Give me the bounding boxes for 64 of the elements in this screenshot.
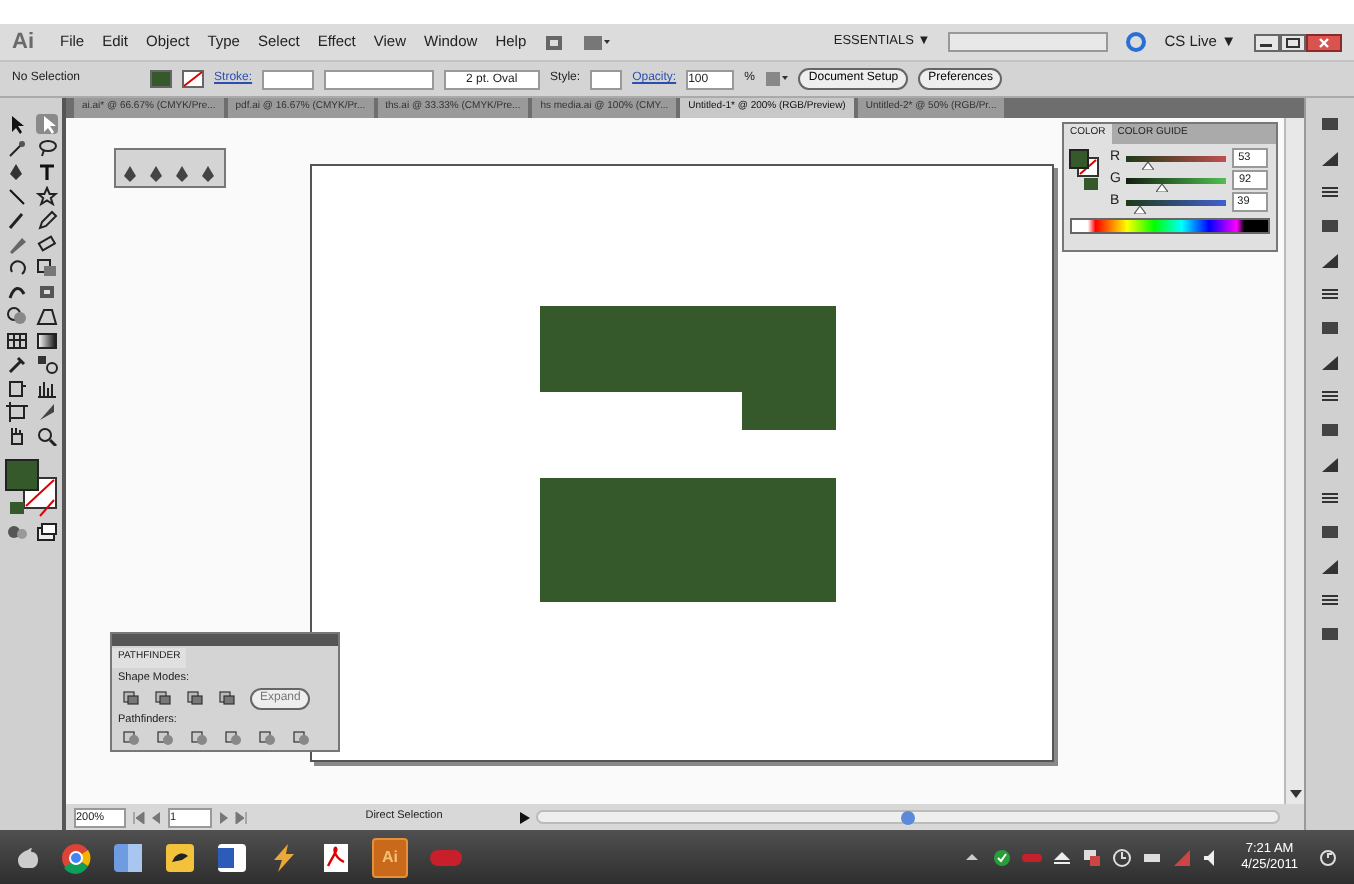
zoom-icon[interactable] — [35, 426, 58, 446]
signal-icon[interactable] — [1171, 847, 1192, 867]
chrome-icon[interactable] — [60, 841, 92, 873]
lightning-icon[interactable] — [268, 841, 300, 873]
line-icon[interactable] — [6, 186, 29, 206]
close-icon[interactable] — [1306, 33, 1342, 51]
screen-mode-icon[interactable] — [35, 522, 58, 542]
mesh-icon[interactable] — [6, 330, 29, 350]
slice-icon[interactable] — [35, 402, 58, 422]
first-page-icon[interactable] — [132, 811, 146, 823]
search-field[interactable] — [948, 32, 1109, 52]
next-page-icon[interactable] — [218, 811, 228, 823]
eject-icon[interactable] — [1051, 847, 1072, 867]
horizontal-scrollbar[interactable] — [536, 810, 1280, 824]
pen-icon[interactable] — [122, 164, 140, 182]
stroke-weight-field[interactable] — [262, 69, 315, 89]
rotate-icon[interactable] — [6, 258, 29, 278]
app-logo: Ai — [12, 27, 34, 58]
acrobat-icon[interactable] — [320, 841, 352, 873]
shape-builder-icon[interactable] — [6, 306, 29, 326]
scale-icon[interactable] — [35, 258, 58, 278]
power-icon[interactable] — [1318, 847, 1338, 867]
star-icon[interactable] — [35, 186, 58, 206]
free-transform-icon[interactable] — [35, 282, 58, 302]
none-mode-icon[interactable] — [35, 498, 58, 518]
warp-icon[interactable] — [6, 282, 29, 302]
column-graph-icon[interactable] — [35, 378, 58, 398]
bird-icon[interactable] — [164, 841, 196, 873]
clock-icon[interactable] — [1111, 847, 1132, 867]
word-icon[interactable] — [216, 841, 248, 873]
draw-mode-icon[interactable] — [6, 522, 29, 542]
check-icon[interactable] — [991, 847, 1012, 867]
symbol-sprayer-icon[interactable] — [6, 378, 29, 398]
status-menu-icon[interactable] — [520, 811, 530, 823]
scroll-thumb[interactable] — [900, 810, 916, 826]
pencil-icon[interactable] — [35, 210, 58, 230]
brush-icon[interactable] — [6, 210, 29, 230]
last-page-icon[interactable] — [234, 811, 248, 823]
blob-brush-icon[interactable] — [6, 234, 29, 254]
fill-swatch[interactable] — [150, 70, 173, 88]
lasso-icon[interactable] — [35, 138, 58, 158]
eraser-icon[interactable] — [35, 234, 58, 254]
hand-icon[interactable] — [6, 426, 29, 446]
fill-stroke-swatches[interactable] — [1068, 147, 1104, 191]
eyedropper-icon[interactable] — [6, 354, 29, 374]
minimize-icon[interactable] — [1254, 33, 1280, 51]
color-mode-icon[interactable] — [6, 498, 29, 518]
style-field[interactable] — [590, 69, 623, 89]
scroll-down-icon[interactable] — [1288, 788, 1304, 800]
fill-stroke-swatches[interactable] — [4, 458, 60, 510]
blend-icon[interactable] — [35, 354, 58, 374]
variable-width-field[interactable] — [324, 69, 435, 89]
maximize-icon[interactable] — [1280, 33, 1306, 51]
magic-wand-icon[interactable] — [6, 138, 29, 158]
finder-icon[interactable] — [112, 841, 144, 873]
artboard-icon[interactable] — [6, 402, 29, 422]
stroke-none-swatch[interactable] — [182, 70, 205, 88]
type-icon[interactable] — [35, 162, 58, 182]
selection-arrow-icon[interactable] — [6, 114, 29, 134]
cs-live-icon[interactable] — [1126, 32, 1147, 52]
perspective-grid-icon[interactable] — [35, 306, 58, 326]
start-icon[interactable] — [16, 845, 40, 869]
color-spectrum[interactable] — [1070, 217, 1270, 233]
previous-page-icon[interactable] — [152, 811, 162, 823]
